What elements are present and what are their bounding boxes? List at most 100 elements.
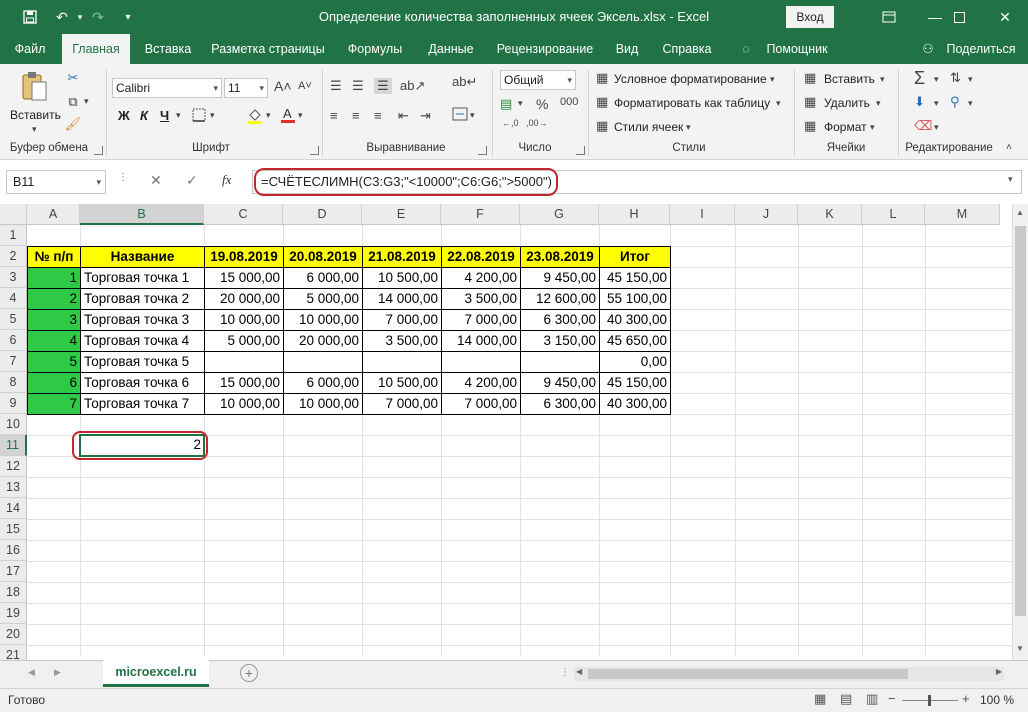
table-cell[interactable]: 1 <box>27 267 81 289</box>
underline-button[interactable]: Ч <box>160 108 169 123</box>
table-cell[interactable]: 6 000,00 <box>283 372 363 394</box>
table-cell[interactable]: 5 000,00 <box>204 330 284 352</box>
collapse-ribbon-icon[interactable]: ˄ <box>1006 142 1012 153</box>
table-cell[interactable]: 19.08.2019 <box>204 246 284 268</box>
tab-split-handle-icon[interactable]: ⋮ <box>560 667 570 678</box>
align-middle-icon[interactable]: ☰ <box>352 78 364 94</box>
page-break-view-icon[interactable]: ▥ <box>866 691 878 707</box>
table-cell[interactable]: 3 <box>27 309 81 331</box>
table-cell[interactable]: 45 150,00 <box>599 267 671 289</box>
table-cell[interactable]: Торговая точка 3 <box>80 309 205 331</box>
paste-dropdown-icon[interactable]: ▾ <box>32 124 37 135</box>
delete-cells-button[interactable]: Удалить <box>824 96 870 110</box>
table-cell[interactable]: 15 000,00 <box>204 372 284 394</box>
clear-dropdown-icon[interactable]: ▾ <box>934 122 939 133</box>
clipboard-launcher-icon[interactable] <box>94 146 103 155</box>
wrap-text-icon[interactable]: ab↵ <box>452 74 477 90</box>
autosum-dropdown-icon[interactable]: ▾ <box>934 74 939 85</box>
column-header[interactable]: I <box>670 204 735 225</box>
paste-button[interactable]: Вставить <box>10 108 61 122</box>
table-cell[interactable]: Торговая точка 5 <box>80 351 205 373</box>
scroll-up-icon[interactable]: ▲ <box>1016 208 1024 217</box>
find-select-icon[interactable]: ⚲ <box>950 94 960 110</box>
insert-function-icon[interactable]: fx <box>222 172 231 188</box>
number-format-combo[interactable]: Общий ▾ <box>500 70 576 90</box>
conditional-formatting-button[interactable]: Условное форматирование <box>614 72 767 86</box>
horizontal-scroll-thumb[interactable] <box>588 669 908 679</box>
worksheet-grid[interactable]: ABCDEFGHIJKLM 1 2 3 4 5 6 7 8 9 10 11 12 13 14 15 16 17 1… <box>0 204 1028 660</box>
scroll-left-icon[interactable]: ◀ <box>576 667 582 676</box>
tab-view[interactable]: Вид <box>608 34 646 64</box>
column-header[interactable]: E <box>362 204 441 225</box>
insert-cells-button[interactable]: Вставить <box>824 72 875 86</box>
font-color-icon[interactable]: A <box>280 106 296 128</box>
add-sheet-icon[interactable]: + <box>240 664 258 682</box>
table-cell[interactable]: 14 000,00 <box>362 288 442 310</box>
table-cell[interactable]: 3 500,00 <box>441 288 521 310</box>
table-cell[interactable]: 6 300,00 <box>520 393 600 415</box>
format-dropdown-icon[interactable]: ▾ <box>870 122 875 133</box>
row-header[interactable]: 14 <box>0 498 27 519</box>
table-cell[interactable]: Торговая точка 2 <box>80 288 205 310</box>
increase-indent-icon[interactable]: ⇥ <box>420 108 431 124</box>
zoom-level[interactable]: 100 % <box>980 693 1014 707</box>
format-painter-icon[interactable]: 🖌 <box>64 116 82 132</box>
table-cell[interactable]: 3 500,00 <box>362 330 442 352</box>
column-header[interactable]: F <box>441 204 520 225</box>
row-header[interactable]: 17 <box>0 561 27 582</box>
table-cell[interactable] <box>441 351 521 373</box>
row-header[interactable]: 9 <box>0 393 27 414</box>
table-cell[interactable]: 9 450,00 <box>520 372 600 394</box>
table-cell[interactable]: 0,00 <box>599 351 671 373</box>
align-top-icon[interactable]: ☰ <box>330 78 342 94</box>
table-cell[interactable]: 5 <box>27 351 81 373</box>
currency-dropdown-icon[interactable]: ▾ <box>518 98 523 109</box>
column-header[interactable]: H <box>599 204 670 225</box>
table-cell[interactable]: Торговая точка 4 <box>80 330 205 352</box>
align-left-icon[interactable]: ≡ <box>330 108 338 123</box>
cell-styles-dropdown-icon[interactable]: ▾ <box>686 122 691 133</box>
table-cell[interactable]: 14 000,00 <box>441 330 521 352</box>
align-bottom-icon[interactable]: ☰ <box>374 78 392 94</box>
row-header[interactable]: 5 <box>0 309 27 330</box>
page-layout-view-icon[interactable]: ▤ <box>840 691 852 707</box>
table-cell[interactable]: 4 <box>27 330 81 352</box>
decrease-indent-icon[interactable]: ⇤ <box>398 108 409 124</box>
column-header[interactable]: J <box>735 204 798 225</box>
conditional-dropdown-icon[interactable]: ▾ <box>770 74 775 85</box>
decrease-decimal-icon[interactable]: ,00→ <box>526 118 548 128</box>
alignment-launcher-icon[interactable] <box>478 146 487 155</box>
format-as-table-button[interactable]: Форматировать как таблицу <box>614 96 770 110</box>
merge-dropdown-icon[interactable]: ▾ <box>470 110 475 121</box>
tab-page-layout[interactable]: Разметка страницы <box>206 34 330 64</box>
tab-data[interactable]: Данные <box>420 34 482 64</box>
next-sheet-icon[interactable]: ▶ <box>54 667 61 678</box>
column-header[interactable]: M <box>925 204 1000 225</box>
table-cell[interactable]: 45 650,00 <box>599 330 671 352</box>
table-cell[interactable]: 2 <box>27 288 81 310</box>
cut-icon[interactable]: ✂ <box>64 70 82 86</box>
column-header[interactable]: C <box>204 204 283 225</box>
table-cell[interactable]: 6 000,00 <box>283 267 363 289</box>
currency-format-icon[interactable]: ▤ <box>500 96 512 112</box>
zoom-slider-thumb[interactable] <box>928 695 931 706</box>
column-header[interactable]: L <box>862 204 925 225</box>
tab-tell-me[interactable]: Помощник <box>756 34 838 64</box>
table-cell[interactable]: 6 <box>27 372 81 394</box>
table-cell[interactable]: 10 500,00 <box>362 372 442 394</box>
table-cell[interactable]: 10 000,00 <box>204 309 284 331</box>
table-cell[interactable]: 7 000,00 <box>362 393 442 415</box>
number-launcher-icon[interactable] <box>576 146 585 155</box>
autosum-icon[interactable]: Σ <box>914 68 925 89</box>
table-cell[interactable]: 7 000,00 <box>441 309 521 331</box>
tab-formulas[interactable]: Формулы <box>338 34 412 64</box>
copy-dropdown-icon[interactable]: ▾ <box>84 96 89 107</box>
insert-dropdown-icon[interactable]: ▾ <box>880 74 885 85</box>
fill-down-icon[interactable]: ⬇ <box>914 94 925 110</box>
copy-icon[interactable]: ⧉ <box>64 94 82 110</box>
font-name-combo[interactable]: Calibri ▾ <box>112 78 222 98</box>
table-cell[interactable]: 20.08.2019 <box>283 246 363 268</box>
normal-view-icon[interactable]: ▦ <box>814 691 826 707</box>
table-cell[interactable]: 10 000,00 <box>283 309 363 331</box>
row-header[interactable]: 7 <box>0 351 27 372</box>
